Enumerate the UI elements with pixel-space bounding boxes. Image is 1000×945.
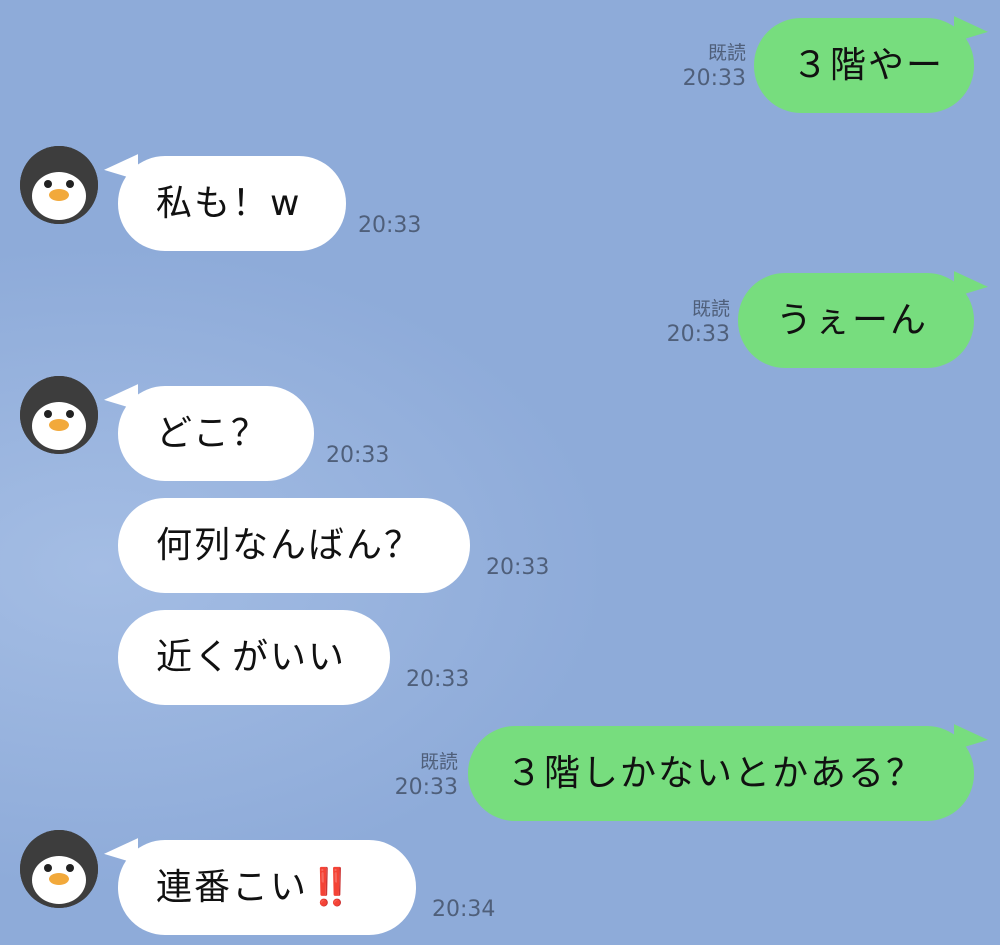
message-time: 20:33 xyxy=(358,213,422,238)
message-time: 20:33 xyxy=(394,775,458,800)
message-text: ３階しかないとかある？ xyxy=(506,753,925,794)
message-bubble-incoming[interactable]: 私も！w xyxy=(118,156,346,251)
message-text: 私も！w xyxy=(156,183,302,224)
message-text: どこ？ xyxy=(156,413,269,454)
avatar[interactable] xyxy=(20,376,98,454)
message-time: 20:33 xyxy=(682,66,746,91)
message-time: 20:34 xyxy=(432,897,496,922)
message-time: 20:33 xyxy=(486,555,550,580)
message-meta: 既読 20:33 xyxy=(395,749,458,801)
message-bubble-incoming[interactable]: 連番こい‼️ xyxy=(118,840,416,935)
avatar[interactable] xyxy=(20,830,98,908)
message-bubble-outgoing[interactable]: ３階やー xyxy=(754,18,974,113)
read-receipt: 既読 xyxy=(691,298,730,320)
message-bubble-incoming[interactable]: 何列なんばん？ xyxy=(118,498,470,593)
penguin-icon xyxy=(20,146,98,224)
message-text: 何列なんばん？ xyxy=(156,525,423,566)
message-time: 20:33 xyxy=(666,322,730,347)
message-bubble-outgoing[interactable]: うぇーん xyxy=(738,273,974,368)
read-receipt: 既読 xyxy=(707,42,746,64)
message-bubble-outgoing[interactable]: ３階しかないとかある？ xyxy=(468,726,974,821)
message-text: 近くがいい xyxy=(156,637,347,678)
message-time: 20:33 xyxy=(326,443,390,468)
message-bubble-incoming[interactable]: 近くがいい xyxy=(118,610,390,705)
double-exclamation-icon: ‼️ xyxy=(308,867,353,908)
read-receipt: 既読 xyxy=(419,751,458,773)
message-meta: 既読 20:33 xyxy=(683,40,746,92)
message-meta: 既読 20:33 xyxy=(667,296,730,348)
avatar[interactable] xyxy=(20,146,98,224)
penguin-icon xyxy=(20,830,98,908)
message-text: ３階やー xyxy=(792,45,945,86)
penguin-icon xyxy=(20,376,98,454)
message-bubble-incoming[interactable]: どこ？ xyxy=(118,386,314,481)
message-text: 連番こい xyxy=(156,867,309,908)
message-text: うぇーん xyxy=(776,300,929,341)
chat-area: 既読 20:33 ３階やー 私も！w 20:33 既読 20:33 うぇーん ど… xyxy=(0,0,1000,945)
message-time: 20:33 xyxy=(406,667,470,692)
